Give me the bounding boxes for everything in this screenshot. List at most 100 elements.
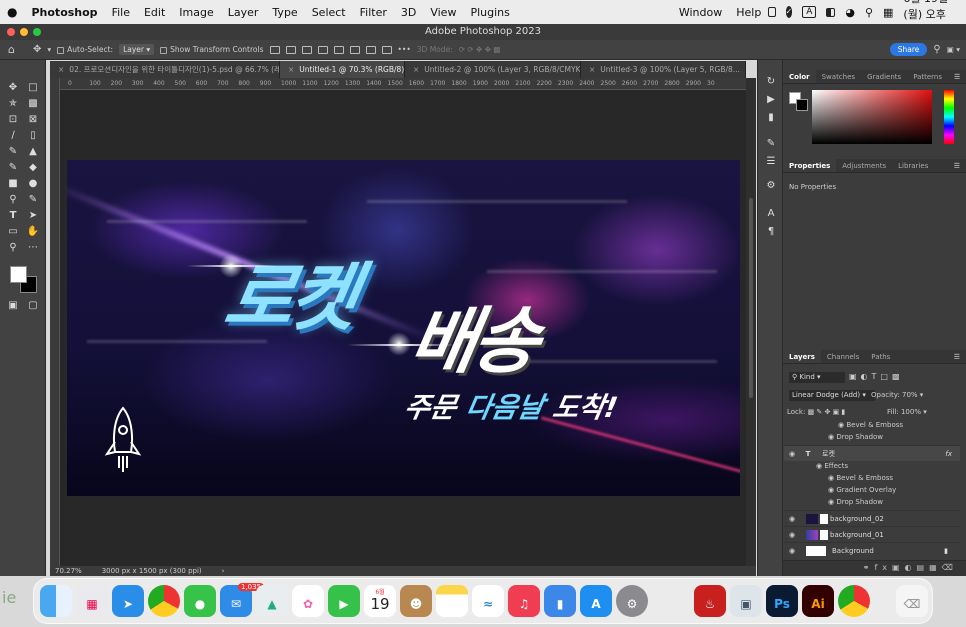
messages-icon[interactable]: ● <box>184 585 216 617</box>
eye-icon[interactable]: ◉ <box>828 433 834 441</box>
tab-swatches[interactable]: Swatches <box>816 70 861 83</box>
eye-icon[interactable]: ◉ <box>828 486 834 494</box>
object-select-icon[interactable]: ▩ <box>26 98 40 110</box>
panel-menu-icon[interactable]: ☰ <box>948 159 966 172</box>
tab-document-4[interactable]: × Untitled-3 @ 100% (Layer 5, RGB/8... <box>581 61 746 78</box>
system-settings-icon[interactable]: ⚙ <box>616 585 648 617</box>
move-tool-icon[interactable]: ✥ <box>33 44 41 55</box>
tab-paths[interactable]: Paths <box>865 350 896 363</box>
menu-photoshop[interactable]: Photoshop <box>24 6 104 19</box>
control-center-icon[interactable]: ▦ <box>883 6 893 19</box>
type-tool-icon[interactable]: T <box>6 210 20 222</box>
maps-icon[interactable]: ▲ <box>256 585 288 617</box>
lasso-tool-icon[interactable]: ✯ <box>6 98 20 110</box>
fx-badge[interactable]: fx <box>945 450 952 458</box>
rectangle-tool-icon[interactable]: ▭ <box>6 226 20 238</box>
zoom-level[interactable]: 70.27% <box>55 567 82 575</box>
tab-libraries[interactable]: Libraries <box>892 159 934 172</box>
close-tab-icon[interactable]: × <box>589 65 595 74</box>
eye-icon[interactable]: ◉ <box>838 421 844 429</box>
menu-help[interactable]: Help <box>729 6 768 19</box>
more-tools-icon[interactable]: ⋯ <box>26 242 40 254</box>
panel-menu-icon[interactable]: ☰ <box>948 350 966 363</box>
opacity-control[interactable]: Opacity: 70% ▾ <box>871 391 923 399</box>
freeform-icon[interactable]: ≈ <box>472 585 504 617</box>
dodge-tool-icon[interactable]: ⚲ <box>6 194 20 206</box>
menu-3d[interactable]: 3D <box>394 6 423 19</box>
layer-row-background-02[interactable]: ◉ background_02 <box>784 510 960 526</box>
more-options-button[interactable]: ••• <box>398 45 411 54</box>
banner-artwork[interactable]: 로켓 배송 주문 다음날 도착! <box>67 160 740 496</box>
scrollbar-thumb[interactable] <box>749 198 753 398</box>
fill-value[interactable]: 100% <box>901 408 921 416</box>
stamp-tool-icon[interactable]: ▲ <box>26 146 40 158</box>
eye-icon[interactable]: ◉ <box>828 474 834 482</box>
zoom-window-button[interactable] <box>33 28 41 36</box>
screen-mode-icon[interactable]: ▢ <box>26 300 40 312</box>
menu-file[interactable]: File <box>105 6 137 19</box>
blend-mode-select[interactable]: Linear Dodge (Add) ▾ <box>789 390 875 401</box>
opacity-value[interactable]: 70% <box>902 391 918 399</box>
align-left-icon[interactable] <box>269 45 280 54</box>
tab-color[interactable]: Color <box>783 70 816 83</box>
align-center-icon[interactable] <box>285 45 296 54</box>
hand-tool-icon[interactable]: ✋ <box>26 226 40 238</box>
align-bottom-icon[interactable] <box>365 45 376 54</box>
history-brush-icon[interactable]: ✎ <box>6 162 20 174</box>
tab-document-2[interactable]: × Untitled-1 @ 70.3% (RGB/8) * <box>280 61 405 78</box>
layer-effect-bevel-emboss[interactable]: ◉ Bevel & Emboss <box>828 474 893 482</box>
chrome-icon[interactable] <box>148 585 180 617</box>
vertical-scrollbar[interactable] <box>746 78 756 566</box>
input-source-indicator[interactable]: A <box>802 6 817 18</box>
eye-icon[interactable]: ◉ <box>816 462 822 470</box>
close-window-button[interactable] <box>7 28 15 36</box>
spotlight-search-icon[interactable]: ⚲ <box>865 6 873 19</box>
paragraph-icon[interactable]: ¶ <box>765 226 777 238</box>
comments-icon[interactable]: ▮ <box>765 112 777 124</box>
wifi-icon[interactable]: ◕ <box>845 6 855 19</box>
color-picker-field[interactable] <box>812 90 932 144</box>
layer-effect-bevel-emboss[interactable]: ◉ Bevel & Emboss <box>838 421 903 429</box>
crop-tool-icon[interactable]: ⊡ <box>6 114 20 126</box>
path-select-icon[interactable]: ➤ <box>26 210 40 222</box>
vertical-ruler[interactable] <box>50 78 60 566</box>
photoshop-icon[interactable]: Ps <box>766 585 798 617</box>
close-tab-icon[interactable]: × <box>413 65 419 74</box>
tab-patterns[interactable]: Patterns <box>907 70 948 83</box>
distribute-icon[interactable] <box>317 45 328 54</box>
layers-footer-icons[interactable]: ⚭fx▣◐▤▦⌫ <box>783 560 966 576</box>
layer-effect-gradient-overlay[interactable]: ◉ Gradient Overlay <box>828 486 896 494</box>
music-icon[interactable]: ♫ <box>508 585 540 617</box>
quick-mask-icon[interactable]: ▣ <box>6 300 20 312</box>
align-middle-icon[interactable] <box>349 45 360 54</box>
lock-icons[interactable]: ▩ ✎ ✥ ▣ ▮ <box>808 408 846 416</box>
accessibility-icon[interactable]: ✓ <box>785 6 793 18</box>
play-actions-icon[interactable]: ▶ <box>765 94 777 106</box>
layer-row-background[interactable]: ◉ Background ▮ <box>784 542 960 558</box>
layer-name[interactable]: Background <box>832 547 874 555</box>
keynote-icon[interactable]: ▮ <box>544 585 576 617</box>
eye-icon[interactable]: ◉ <box>828 498 834 506</box>
healing-brush-icon[interactable]: ▯ <box>26 130 40 142</box>
panel-menu-icon[interactable]: ☰ <box>948 70 966 83</box>
foreground-color-swatch[interactable] <box>10 266 27 283</box>
launchpad-icon[interactable]: ▦ <box>76 585 108 617</box>
layer-name[interactable]: background_01 <box>830 531 884 539</box>
eye-icon[interactable]: ◉ <box>784 515 800 523</box>
adjust-icon[interactable]: ☰ <box>765 156 777 168</box>
lock-icon[interactable]: ▮ <box>944 547 948 555</box>
gradient-tool-icon[interactable]: ■ <box>6 178 20 190</box>
photos-icon[interactable]: ✿ <box>292 585 324 617</box>
eye-icon[interactable]: ◉ <box>784 547 800 555</box>
battery-icon[interactable] <box>826 7 836 17</box>
layer-name[interactable]: 로켓 <box>822 449 835 459</box>
tab-layers[interactable]: Layers <box>783 350 821 363</box>
chevron-down-icon[interactable]: ▾ <box>47 45 51 54</box>
share-button[interactable]: Share <box>889 43 928 56</box>
apple-menu-icon[interactable]: ● <box>0 5 24 19</box>
menu-layer[interactable]: Layer <box>221 6 266 19</box>
eraser-tool-icon[interactable]: ◆ <box>26 162 40 174</box>
layer-effect-drop-shadow[interactable]: ◉ Drop Shadow <box>828 498 883 506</box>
chrome-icon[interactable] <box>838 585 870 617</box>
panel-background-swatch[interactable] <box>796 99 808 111</box>
